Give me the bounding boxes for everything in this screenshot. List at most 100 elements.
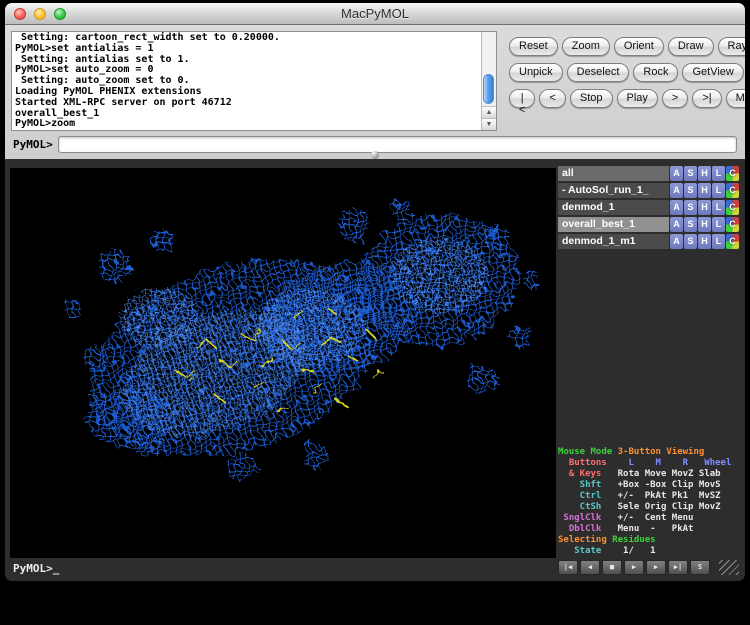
scroll-down-icon[interactable]: ▼ xyxy=(482,118,496,130)
object-name[interactable]: overall_best_1 xyxy=(558,217,669,232)
viewer-area: PyMOL>_ allASHLC- AutoSol_run_1_ASHLCden… xyxy=(5,159,745,581)
toolbar-getview-button[interactable]: GetView xyxy=(682,63,743,82)
object-menu-s-button[interactable]: S xyxy=(684,234,697,249)
object-name[interactable]: denmod_1 xyxy=(558,200,669,215)
mouse-panel-line: DblClk Menu - PkAt xyxy=(558,524,739,535)
mouse-panel-line: & Keys Rota Move MovZ Slab xyxy=(558,469,739,480)
toolbar-back-button[interactable]: < xyxy=(539,89,565,108)
movie-forward-button[interactable]: ▶ xyxy=(646,560,666,575)
mouse-panel-line: CtSh Sele Orig Clip MovZ xyxy=(558,502,739,513)
button-row-1: ResetZoomOrientDrawRay xyxy=(509,37,745,56)
mouse-panel-line: Ctrl +/- PkAt Pk1 MvSZ xyxy=(558,491,739,502)
toolbar-end-button[interactable]: >| xyxy=(692,89,721,108)
object-menu-a-button[interactable]: A xyxy=(670,183,683,198)
object-menu-a-button[interactable]: A xyxy=(670,166,683,181)
title-bar[interactable]: MacPyMOL xyxy=(5,3,745,25)
object-name[interactable]: denmod_1_m1 xyxy=(558,234,669,249)
mouse-panel-text: State xyxy=(558,546,607,556)
object-menu-h-button[interactable]: H xyxy=(698,200,711,215)
object-row: denmod_1_m1ASHLC xyxy=(558,234,739,249)
mouse-panel-line: Shft +Box -Box Clip MovS xyxy=(558,480,739,491)
mouse-panel-text: SnglClk xyxy=(558,513,607,523)
mouse-panel-text: Residues xyxy=(612,535,655,545)
mouse-panel-text: 1/ 1 xyxy=(607,546,656,556)
control-button-panel: ResetZoomOrientDrawRay UnpickDeselectRoc… xyxy=(509,37,745,115)
object-menu-a-button[interactable]: A xyxy=(670,200,683,215)
object-menu-c-button[interactable]: C xyxy=(726,183,739,198)
mouse-panel-text: DblClk xyxy=(558,524,607,534)
console-line: PyMOL>set antialias = 1 xyxy=(15,44,481,55)
object-menu-h-button[interactable]: H xyxy=(698,217,711,232)
object-menu-c-button[interactable]: C xyxy=(726,234,739,249)
object-menu-s-button[interactable]: S xyxy=(684,166,697,181)
object-menu-c-button[interactable]: C xyxy=(726,217,739,232)
movie-rewind-button[interactable]: |◀ xyxy=(558,560,578,575)
toolbar-mclear-button[interactable]: MClear xyxy=(726,89,745,108)
movie-scene-button[interactable]: S xyxy=(690,560,710,575)
scroll-up-icon[interactable]: ▲ xyxy=(482,106,496,118)
toolbar-orient-button[interactable]: Orient xyxy=(614,37,664,56)
toolbar-draw-button[interactable]: Draw xyxy=(668,37,714,56)
object-menu-h-button[interactable]: H xyxy=(698,166,711,181)
object-name[interactable]: - AutoSol_run_1_ xyxy=(558,183,669,198)
object-menu-l-button[interactable]: L xyxy=(712,234,725,249)
object-menu-h-button[interactable]: H xyxy=(698,183,711,198)
object-panel: allASHLC- AutoSol_run_1_ASHLCdenmod_1ASH… xyxy=(558,166,739,251)
viewport[interactable] xyxy=(10,168,556,558)
console-log[interactable]: Setting: cartoon_rect_width set to 0.200… xyxy=(12,32,481,130)
button-row-3: |<< StopPlay>>| MClear xyxy=(509,89,745,108)
console-line: PyMOL>zoom xyxy=(15,119,481,130)
toolbar-stop-button[interactable]: Stop xyxy=(570,89,613,108)
movie-stop-button[interactable]: ■ xyxy=(602,560,622,575)
toolbar-rock-button[interactable]: Rock xyxy=(633,63,678,82)
scrollbar-arrows: ▲ ▼ xyxy=(482,106,496,130)
console: Setting: cartoon_rect_width set to 0.200… xyxy=(11,31,497,131)
splitter-handle[interactable] xyxy=(371,151,379,159)
mouse-panel-text: CtSh xyxy=(558,502,607,512)
console-scrollbar[interactable]: ▲ ▼ xyxy=(481,32,496,130)
object-menu-s-button[interactable]: S xyxy=(684,200,697,215)
mouse-panel-line: SnglClk +/- Cent Menu xyxy=(558,513,739,524)
toolbar-zoom-button[interactable]: Zoom xyxy=(562,37,610,56)
object-row: overall_best_1ASHLC xyxy=(558,217,739,232)
object-row: denmod_1ASHLC xyxy=(558,200,739,215)
mouse-panel-text: Rota Move MovZ Slab xyxy=(607,469,721,479)
object-menu-s-button[interactable]: S xyxy=(684,183,697,198)
toolbar-forward-button[interactable]: > xyxy=(662,89,688,108)
object-menu-s-button[interactable]: S xyxy=(684,217,697,232)
movie-end-button[interactable]: ▶| xyxy=(668,560,688,575)
toolbar-ray-button[interactable]: Ray xyxy=(718,37,745,56)
upper-panel: Setting: cartoon_rect_width set to 0.200… xyxy=(5,25,745,159)
console-line: overall_best_1 xyxy=(15,109,481,120)
object-menu-h-button[interactable]: H xyxy=(698,234,711,249)
object-menu-a-button[interactable]: A xyxy=(670,234,683,249)
mouse-panel-text: & Keys xyxy=(558,469,607,479)
scrollbar-thumb[interactable] xyxy=(483,74,494,104)
toolbar-rewind-button[interactable]: |< xyxy=(509,89,535,108)
movie-back-button[interactable]: ◀ xyxy=(580,560,600,575)
mouse-panel-text: Menu - PkAt xyxy=(607,524,694,534)
object-name[interactable]: all xyxy=(558,166,669,181)
mouse-panel-text: +/- Cent Menu xyxy=(607,513,694,523)
object-menu-c-button[interactable]: C xyxy=(726,166,739,181)
resize-grip[interactable] xyxy=(719,560,739,575)
movie-play-button[interactable]: ▶ xyxy=(624,560,644,575)
toolbar-reset-button[interactable]: Reset xyxy=(509,37,558,56)
mouse-panel-text: +/- PkAt Pk1 MvSZ xyxy=(607,491,721,501)
mouse-panel-text: +Box -Box Clip MovS xyxy=(607,480,721,490)
toolbar-unpick-button[interactable]: Unpick xyxy=(509,63,563,82)
mouse-panel-text: L M R Wheel xyxy=(612,458,731,468)
object-menu-l-button[interactable]: L xyxy=(712,166,725,181)
mouse-panel-line[interactable]: Selecting Residues xyxy=(558,535,739,546)
command-input[interactable] xyxy=(58,136,737,153)
object-menu-l-button[interactable]: L xyxy=(712,200,725,215)
object-menu-l-button[interactable]: L xyxy=(712,217,725,232)
mouse-panel-line[interactable]: State 1/ 1 xyxy=(558,546,739,557)
toolbar-play-button[interactable]: Play xyxy=(617,89,658,108)
object-menu-c-button[interactable]: C xyxy=(726,200,739,215)
mouse-panel-text: Ctrl xyxy=(558,491,607,501)
toolbar-deselect-button[interactable]: Deselect xyxy=(567,63,630,82)
object-menu-a-button[interactable]: A xyxy=(670,217,683,232)
mouse-panel-text: Sele Orig Clip MovZ xyxy=(607,502,721,512)
object-menu-l-button[interactable]: L xyxy=(712,183,725,198)
